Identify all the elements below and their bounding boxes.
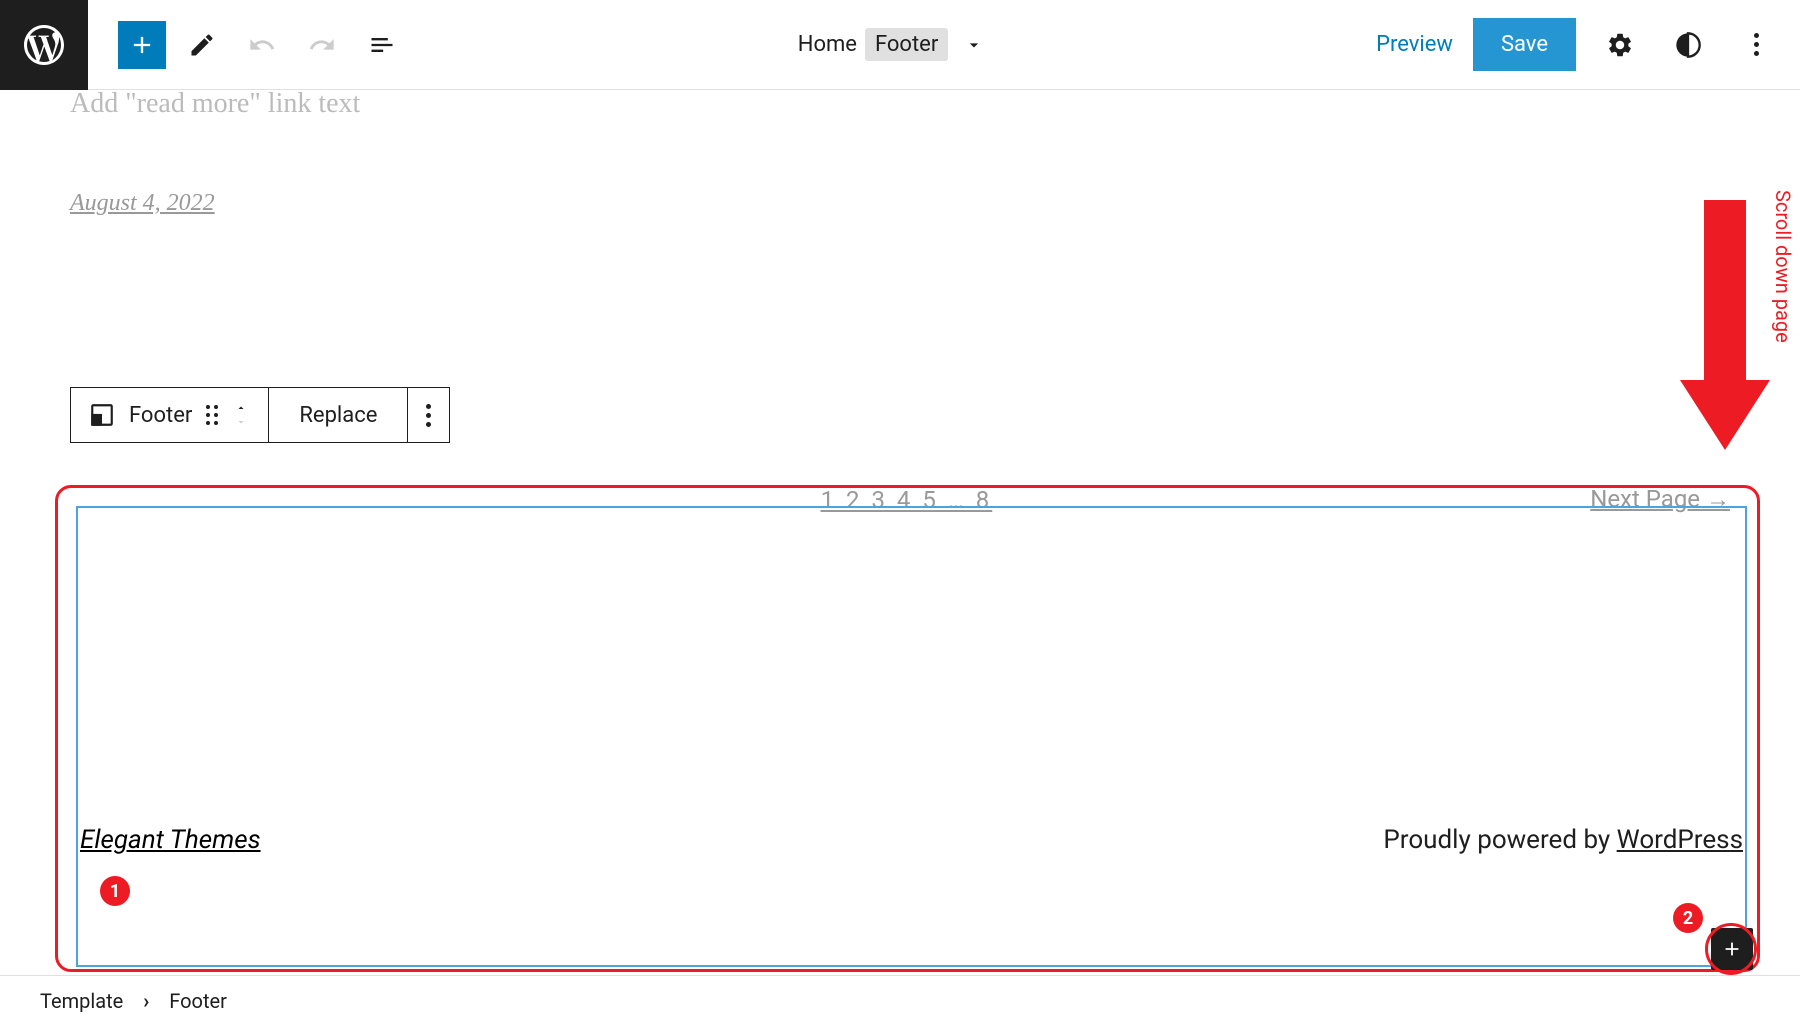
redo-button[interactable]	[298, 21, 346, 69]
save-button[interactable]: Save	[1473, 18, 1576, 71]
replace-label: Replace	[287, 403, 389, 428]
vertical-dots-icon	[1754, 33, 1759, 56]
template-part-icon[interactable]	[89, 402, 115, 428]
list-view-button[interactable]	[358, 21, 406, 69]
block-toolbar: Footer Replace	[70, 387, 450, 443]
vertical-dots-icon	[426, 404, 431, 427]
chevron-down-icon	[232, 416, 250, 428]
add-block-button[interactable]	[118, 21, 166, 69]
block-toolbar-replace-group[interactable]: Replace	[269, 388, 408, 442]
arrow-shaft	[1704, 200, 1746, 380]
breadcrumb-current[interactable]: Footer	[169, 989, 227, 1013]
arrow-head	[1680, 380, 1770, 450]
plus-icon	[128, 31, 156, 59]
block-toolbar-type-group: Footer	[71, 388, 269, 442]
settings-button[interactable]	[1596, 21, 1644, 69]
gear-icon	[1606, 31, 1634, 59]
edit-tool-button[interactable]	[178, 21, 226, 69]
annotation-marker-1: 1	[100, 876, 130, 906]
pencil-icon	[188, 31, 216, 59]
editor-canvas: Add "read more" link text August 4, 2022…	[0, 90, 1800, 975]
scroll-down-annotation: Scroll down page	[1704, 200, 1770, 450]
block-toolbar-options[interactable]	[408, 388, 449, 442]
undo-button[interactable]	[238, 21, 286, 69]
breadcrumb-separator: ›	[143, 989, 149, 1013]
scroll-hint-text: Scroll down page	[1771, 190, 1795, 343]
move-updown[interactable]	[232, 402, 250, 428]
chevron-down-icon	[964, 35, 984, 55]
block-name-label: Footer	[129, 403, 192, 428]
annotation-highlight-box: 1 Elegant Themes Proudly powered by Word…	[55, 485, 1760, 972]
preview-link[interactable]: Preview	[1376, 32, 1453, 57]
toolbar-right: Preview Save	[1376, 18, 1780, 71]
powered-by-text: Proudly powered by WordPress	[1383, 825, 1743, 855]
wordpress-icon	[20, 21, 68, 69]
options-button[interactable]	[1732, 21, 1780, 69]
wordpress-link[interactable]: WordPress	[1617, 825, 1743, 855]
styles-icon	[1674, 31, 1702, 59]
toolbar-left	[88, 21, 406, 69]
site-title[interactable]: Elegant Themes	[80, 825, 261, 855]
read-more-placeholder[interactable]: Add "read more" link text	[70, 90, 1730, 120]
document-part: Footer	[865, 28, 948, 61]
redo-icon	[308, 31, 336, 59]
post-date[interactable]: August 4, 2022	[70, 190, 1730, 217]
top-toolbar: Home Footer Preview Save	[0, 0, 1800, 90]
drag-handle[interactable]	[206, 405, 218, 425]
wordpress-logo[interactable]	[0, 0, 88, 90]
breadcrumb-bar: Template › Footer	[0, 975, 1800, 1025]
undo-icon	[248, 31, 276, 59]
breadcrumb-root[interactable]: Template	[40, 989, 123, 1013]
document-home: Home	[798, 32, 857, 57]
list-icon	[368, 31, 396, 59]
document-location[interactable]: Home Footer	[406, 28, 1376, 61]
chevron-up-icon	[232, 402, 250, 414]
footer-block-selected[interactable]: Elegant Themes Proudly powered by WordPr…	[76, 506, 1747, 967]
footer-content-row: Elegant Themes Proudly powered by WordPr…	[78, 825, 1745, 855]
annotation-circle-2	[1705, 923, 1757, 975]
annotation-marker-2: 2	[1673, 903, 1703, 933]
styles-button[interactable]	[1664, 21, 1712, 69]
